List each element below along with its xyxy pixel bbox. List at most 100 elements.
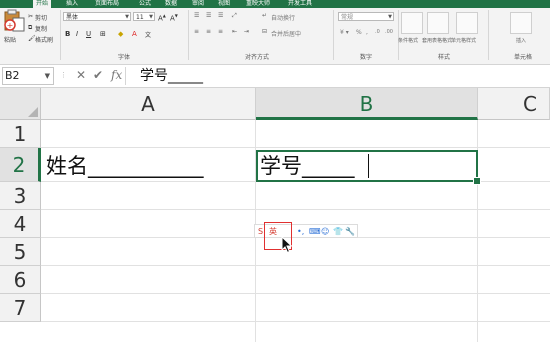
percent-icon[interactable]: % <box>356 29 362 36</box>
text-caret <box>368 154 369 178</box>
fill-color-icon[interactable]: ◆ <box>118 30 123 38</box>
phonetic-icon[interactable]: 文 <box>145 30 151 39</box>
tab-addin[interactable]: 重映大师 <box>246 0 270 8</box>
insert-function-icon[interactable]: fx <box>111 68 122 82</box>
row-header-4[interactable]: 4 <box>0 210 41 238</box>
tab-developer[interactable]: 开发工具 <box>288 0 312 8</box>
align-bottom-icon[interactable]: ☰ <box>218 12 223 19</box>
tab-review[interactable]: 审阅 <box>192 0 204 8</box>
align-right-icon[interactable]: ≡ <box>218 28 223 35</box>
mouse-pointer-icon <box>281 236 293 254</box>
ime-logo-icon[interactable]: S <box>258 226 263 238</box>
number-format-value: 常规 <box>341 14 354 21</box>
ime-keyboard-icon[interactable]: ⌨ <box>309 226 321 238</box>
paste-icon[interactable]: + <box>4 9 26 33</box>
formula-input[interactable]: 学号_____ <box>140 67 203 85</box>
increase-decimal-icon[interactable]: .0 <box>375 29 380 35</box>
underline-icon[interactable]: U <box>86 30 91 38</box>
outdent-icon[interactable]: ⇥ <box>244 28 249 35</box>
tab-page-layout[interactable]: 页面布局 <box>95 0 119 8</box>
select-all-corner[interactable] <box>0 88 41 120</box>
decrease-font-icon[interactable]: A▼ <box>170 13 178 22</box>
separator <box>398 10 399 60</box>
font-name-value: 黑体 <box>66 14 79 21</box>
column-header-b[interactable]: B <box>256 88 478 120</box>
name-box-value: B2 <box>5 69 20 82</box>
cell-styles-button[interactable]: 单元格样式 <box>451 37 476 44</box>
ime-tools-icon[interactable]: 🔧 <box>345 226 355 238</box>
merge-center-button[interactable]: 合并后居中 <box>271 29 301 38</box>
align-left-icon[interactable]: ≡ <box>194 28 199 35</box>
copy-icon[interactable]: ⧉ <box>28 24 32 32</box>
chevron-down-icon: ▼ <box>125 14 129 20</box>
row-header-2[interactable]: 2 <box>0 148 41 182</box>
ime-emoji-icon[interactable]: ☺ <box>321 226 329 238</box>
align-top-icon[interactable]: ☰ <box>194 12 199 19</box>
cut-icon[interactable]: ✂ <box>28 13 33 20</box>
currency-icon[interactable]: ¥ ▾ <box>340 29 349 36</box>
wrap-text-icon[interactable]: ↵ <box>262 12 267 19</box>
tab-formulas[interactable]: 公式 <box>139 0 151 8</box>
bold-icon[interactable]: B <box>65 30 70 38</box>
font-name-combo[interactable]: 黑体 ▼ <box>63 12 131 21</box>
border-icon[interactable]: ⊞ <box>100 30 106 38</box>
chevron-down-icon: ▼ <box>44 72 50 80</box>
enter-icon[interactable]: ✔ <box>93 68 103 82</box>
row-header-6[interactable]: 6 <box>0 266 41 294</box>
decrease-decimal-icon[interactable]: .00 <box>385 29 393 35</box>
indent-icon[interactable]: ⇤ <box>232 28 237 35</box>
italic-icon[interactable]: I <box>76 30 78 38</box>
row-header-7[interactable]: 7 <box>0 294 41 322</box>
table-format-button[interactable]: 套用表格格式 <box>422 37 452 44</box>
ime-punctuation-icon[interactable]: •, <box>297 226 304 238</box>
paste-label[interactable]: 粘贴 <box>4 35 16 44</box>
number-group-label: 数字 <box>360 54 373 61</box>
ribbon-tab-bar: 开始 插入 页面布局 公式 数据 审阅 视图 重映大师 开发工具 <box>0 0 550 8</box>
gridline <box>41 293 550 294</box>
font-size-combo[interactable]: 11 ▼ <box>133 12 155 21</box>
gridline <box>41 209 550 210</box>
merge-center-icon[interactable]: ⊟ <box>262 28 267 35</box>
align-middle-icon[interactable]: ☰ <box>206 12 211 19</box>
conditional-format-button[interactable]: 条件格式 <box>398 37 418 44</box>
cancel-icon[interactable]: ✕ <box>76 68 86 82</box>
copy-button[interactable]: 复制 <box>35 24 47 33</box>
tab-insert[interactable]: 插入 <box>66 0 78 8</box>
align-center-icon[interactable]: ≡ <box>206 28 211 35</box>
increase-font-icon[interactable]: A▲ <box>158 13 166 22</box>
ime-skin-icon[interactable]: 👕 <box>333 226 343 238</box>
divider <box>125 67 126 85</box>
table-format-icon[interactable] <box>427 12 449 34</box>
row-header-3[interactable]: 3 <box>0 182 41 210</box>
column-header-a[interactable]: A <box>41 88 256 120</box>
comma-icon[interactable]: , <box>366 29 368 36</box>
tab-data[interactable]: 数据 <box>165 0 177 8</box>
insert-cells-button[interactable]: 插入 <box>516 37 526 44</box>
row-header-5[interactable]: 5 <box>0 238 41 266</box>
row-header-1[interactable]: 1 <box>0 120 41 148</box>
separator <box>488 10 489 60</box>
orientation-icon[interactable]: ⤢ <box>232 12 237 20</box>
fill-handle[interactable] <box>473 177 481 185</box>
gridline <box>41 321 550 322</box>
conditional-format-icon[interactable] <box>401 12 423 34</box>
number-format-combo[interactable]: 常规 ▼ <box>338 12 394 21</box>
name-box[interactable]: B2 ▼ <box>2 67 54 85</box>
cell-a2[interactable]: 姓名___________ <box>46 152 204 180</box>
font-color-icon[interactable]: A <box>132 30 137 38</box>
chevron-down-icon: ▼ <box>149 14 153 20</box>
column-header-c[interactable]: C <box>478 88 550 120</box>
tab-home[interactable]: 开始 <box>33 0 52 8</box>
tab-view[interactable]: 视图 <box>218 0 230 8</box>
gridline <box>41 147 550 148</box>
gridline <box>41 265 550 266</box>
cell-styles-icon[interactable] <box>456 12 478 34</box>
active-cell-border <box>256 150 478 182</box>
worksheet-grid[interactable]: A B C 1 2 3 4 5 6 7 姓名___________ 学号____… <box>0 88 550 342</box>
insert-cells-icon[interactable] <box>510 12 532 34</box>
cut-button[interactable]: 剪切 <box>35 13 47 22</box>
format-painter-button[interactable]: 格式刷 <box>35 35 53 44</box>
formula-bar: B2 ▼ ⋮ ✕ ✔ fx 学号_____ <box>0 65 550 88</box>
wrap-text-button[interactable]: 自动换行 <box>271 13 295 22</box>
select-all-triangle-icon <box>28 107 38 117</box>
